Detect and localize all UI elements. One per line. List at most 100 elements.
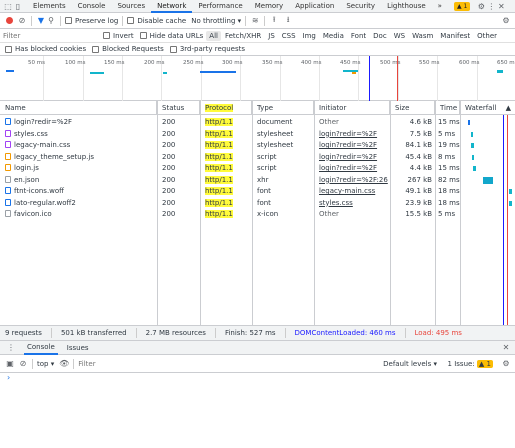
blocked-cookies-checkbox[interactable] <box>5 45 12 53</box>
more-tabs-button[interactable]: » <box>432 0 448 13</box>
drawer-tab-issues[interactable]: Issues <box>64 344 92 352</box>
third-party-checkbox[interactable] <box>169 45 177 53</box>
context-selector[interactable]: top ▾ <box>37 360 54 368</box>
disable-cache-checkbox[interactable] <box>127 17 135 24</box>
request-initiator-link[interactable]: login?redir=%2F <box>319 153 377 161</box>
request-name-cell[interactable]: legacy-main.css <box>0 140 157 152</box>
request-initiator-cell[interactable]: login?redir=%2F <box>314 129 390 141</box>
tab-network[interactable]: Network <box>151 0 193 13</box>
filter-type-all[interactable]: All <box>206 30 221 41</box>
filter-type-css[interactable]: CSS <box>279 31 299 41</box>
request-initiator-cell[interactable]: login?redir=%2F <box>314 163 390 175</box>
column-header-protocol[interactable]: Protocol <box>200 101 252 115</box>
request-initiator-link[interactable]: login?redir=%2F <box>319 130 377 138</box>
table-row[interactable]: ftnt-icons.woff 200 http/1.1 font legacy… <box>0 186 515 198</box>
tab-security[interactable]: Security <box>340 0 381 13</box>
request-initiator-cell[interactable]: login?redir=%2F <box>314 152 390 164</box>
network-conditions-wifi-icon[interactable]: ≋ <box>250 16 260 26</box>
table-row[interactable]: legacy_theme_setup.js 200 http/1.1 scrip… <box>0 152 515 164</box>
request-name-cell[interactable]: lato-regular.woff2 <box>0 198 157 210</box>
request-name-cell[interactable]: favicon.ico <box>0 209 157 221</box>
column-header-initiator[interactable]: Initiator <box>314 101 390 115</box>
table-row[interactable]: en.json 200 http/1.1 xhr login?redir=%2F… <box>0 175 515 187</box>
table-row[interactable]: login?redir=%2F 200 http/1.1 document Ot… <box>0 117 515 129</box>
live-expression-eye-icon[interactable]: 👁 <box>59 359 69 369</box>
request-name-cell[interactable]: ftnt-icons.woff <box>0 186 157 198</box>
request-name-cell[interactable]: login.js <box>0 163 157 175</box>
tab-sources[interactable]: Sources <box>111 0 151 13</box>
request-name-cell[interactable]: en.json <box>0 175 157 187</box>
console-settings-gear-icon[interactable]: ⚙ <box>501 359 511 369</box>
throttling-select[interactable]: No throttling ▾ <box>191 17 241 25</box>
request-initiator-cell[interactable]: login?redir=%2F <box>314 140 390 152</box>
table-row[interactable]: styles.css 200 http/1.1 stylesheet login… <box>0 129 515 141</box>
settings-gear-icon[interactable]: ⚙ <box>476 1 486 11</box>
console-issues-counter[interactable]: 1 Issue: ▲ 1 <box>448 359 493 368</box>
column-header-size[interactable]: Size <box>390 101 435 115</box>
hide-data-urls-checkbox[interactable] <box>139 32 147 39</box>
tab-performance[interactable]: Performance <box>192 0 248 13</box>
request-name-cell[interactable]: legacy_theme_setup.js <box>0 152 157 164</box>
invert-checkbox[interactable] <box>103 32 110 39</box>
request-initiator-cell[interactable]: legacy-main.css <box>314 186 390 198</box>
table-row[interactable]: favicon.ico 200 http/1.1 x-icon Other 15… <box>0 209 515 221</box>
request-initiator-link[interactable]: styles.css <box>319 199 353 207</box>
filter-type-manifest[interactable]: Manifest <box>437 31 473 41</box>
customize-menu-icon[interactable]: ⋮ <box>486 1 496 11</box>
console-prompt[interactable]: › <box>7 373 10 382</box>
close-devtools-icon[interactable]: ✕ <box>496 1 506 11</box>
request-initiator-link[interactable]: login?redir=%2F <box>319 164 377 172</box>
table-row[interactable]: legacy-main.css 200 http/1.1 stylesheet … <box>0 140 515 152</box>
filter-input[interactable] <box>3 30 99 41</box>
filter-type-other[interactable]: Other <box>474 31 500 41</box>
request-name-cell[interactable]: styles.css <box>0 129 157 141</box>
filter-type-ws[interactable]: WS <box>391 31 408 41</box>
clear-icon[interactable]: ⊘ <box>17 16 27 26</box>
column-header-name[interactable]: Name <box>0 101 157 115</box>
table-row[interactable]: lato-regular.woff2 200 http/1.1 font sty… <box>0 198 515 210</box>
request-initiator-cell[interactable]: styles.css <box>314 198 390 210</box>
tab-console[interactable]: Console <box>72 0 112 13</box>
request-type: stylesheet <box>257 141 294 149</box>
request-name-cell[interactable]: login?redir=%2F <box>0 117 157 129</box>
blocked-requests-checkbox[interactable] <box>92 45 100 53</box>
log-levels-select[interactable]: Default levels ▾ <box>383 360 437 368</box>
filter-type-img[interactable]: Img <box>300 31 319 41</box>
tab-memory[interactable]: Memory <box>249 0 289 13</box>
issues-badge[interactable]: ▲ 1 <box>453 1 471 11</box>
table-row[interactable]: login.js 200 http/1.1 script login?redir… <box>0 163 515 175</box>
close-drawer-icon[interactable]: ✕ <box>501 343 511 353</box>
request-initiator-link[interactable]: login?redir=%2F <box>319 141 377 149</box>
preserve-log-checkbox[interactable] <box>65 17 72 24</box>
drawer-tab-console[interactable]: Console <box>24 341 58 355</box>
inspect-element-icon[interactable]: ⬚ <box>3 1 13 11</box>
clear-console-icon[interactable]: ⊘ <box>18 359 28 369</box>
column-header-time[interactable]: Time <box>435 101 460 115</box>
request-initiator-link[interactable]: login?redir=%2F:26 <box>319 176 388 184</box>
column-header-waterfall[interactable]: Waterfall ▲ <box>460 101 515 115</box>
filter-type-wasm[interactable]: Wasm <box>409 31 436 41</box>
column-header-type[interactable]: Type <box>252 101 314 115</box>
tab-application[interactable]: Application <box>289 0 340 13</box>
filter-type-font[interactable]: Font <box>348 31 369 41</box>
tab-elements[interactable]: Elements <box>27 0 72 13</box>
drawer-menu-icon[interactable]: ⋮ <box>6 343 16 353</box>
filter-type-doc[interactable]: Doc <box>370 31 390 41</box>
request-initiator-link[interactable]: legacy-main.css <box>319 187 375 195</box>
search-icon[interactable]: ⚲ <box>46 16 56 26</box>
show-sidebar-icon[interactable]: ▣ <box>5 359 15 369</box>
import-har-icon[interactable]: ⭱ <box>269 15 279 26</box>
console-filter-input[interactable] <box>78 358 229 369</box>
export-har-icon[interactable]: ⭳ <box>283 15 293 26</box>
timeline-overview[interactable]: 50 ms 100 ms 150 ms 200 ms 250 ms 300 ms… <box>0 56 515 101</box>
filter-type-media[interactable]: Media <box>320 31 347 41</box>
record-icon[interactable] <box>6 17 13 24</box>
filter-type-js[interactable]: JS <box>265 31 278 41</box>
request-initiator-cell[interactable]: login?redir=%2F:26 <box>314 175 390 187</box>
device-toolbar-icon[interactable]: ▯ <box>13 1 23 11</box>
filter-funnel-icon[interactable]: ▼ <box>36 16 46 26</box>
column-header-status[interactable]: Status <box>157 101 200 115</box>
network-settings-gear-icon[interactable]: ⚙ <box>501 16 511 26</box>
tab-lighthouse[interactable]: Lighthouse <box>381 0 432 13</box>
filter-type-fetch-xhr[interactable]: Fetch/XHR <box>222 31 264 41</box>
